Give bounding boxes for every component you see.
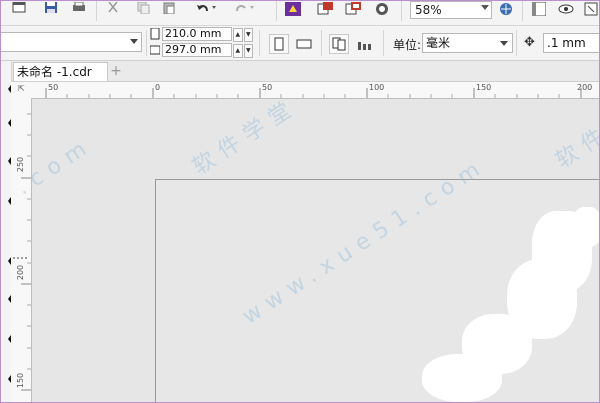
- ruler-label: 50: [48, 83, 59, 92]
- print-icon[interactable]: [71, 1, 87, 15]
- current-page-icon: [358, 42, 371, 50]
- nudge-distance-icon: ✥: [524, 35, 535, 50]
- toolbox-flyout-arrows: [8, 85, 11, 383]
- page-height-input[interactable]: 297.0 mm: [162, 43, 232, 57]
- stepper-up-icon[interactable]: ▲: [233, 28, 243, 42]
- units-select[interactable]: 毫米: [422, 33, 513, 53]
- export-icon[interactable]: [317, 1, 335, 17]
- horizontal-ruler[interactable]: 50 0 50 100 150 200: [31, 82, 599, 99]
- ruler-label: 200: [577, 83, 593, 92]
- all-pages-button[interactable]: [329, 34, 349, 54]
- ruler-label: 250: [16, 156, 26, 173]
- property-bar: 210.0 mm ▲ ▼ 297.0 mm ▲ ▼ 单位: 毫米 ✥ .1 mm: [1, 26, 599, 61]
- chevron-down-icon: [500, 41, 508, 46]
- zoom-level-value: 58%: [415, 3, 442, 17]
- chevron-down-icon: [130, 39, 138, 44]
- zoom-level-select[interactable]: 58%: [410, 1, 492, 19]
- toolbar-separator: [321, 30, 322, 56]
- ruler-label: 150: [476, 83, 492, 92]
- current-page-button[interactable]: [355, 34, 375, 54]
- view-eye-icon[interactable]: [557, 1, 575, 17]
- toolbar-separator: [96, 1, 97, 21]
- new-document-icon[interactable]: [11, 1, 27, 15]
- stepper-down-icon[interactable]: ▼: [243, 44, 253, 58]
- ruler-label: 200: [16, 264, 26, 281]
- paste-icon[interactable]: [161, 1, 177, 15]
- save-icon[interactable]: [43, 1, 59, 15]
- snap-to-icon[interactable]: [583, 1, 599, 17]
- page-width-input[interactable]: 210.0 mm: [162, 27, 232, 41]
- watermark-text: 软件学堂: [188, 93, 303, 181]
- stepper-up-icon[interactable]: ▲: [233, 44, 243, 58]
- horizontal-ruler-ticks: [45, 88, 582, 98]
- nudge-distance-input[interactable]: .1 mm: [543, 33, 599, 53]
- ruler-label: 0: [155, 83, 161, 92]
- drawing-canvas[interactable]: 软件学堂 www.xue51.com .com 软件: [12, 94, 600, 402]
- portrait-page-icon: [274, 37, 284, 51]
- landscape-orientation-button[interactable]: [294, 34, 314, 54]
- toolbar-separator: [146, 30, 147, 56]
- ruler-label: 50: [262, 83, 273, 92]
- ruler-origin[interactable]: ⇱: [11, 82, 32, 99]
- copy-icon[interactable]: [135, 1, 151, 15]
- watermark-text: 软件: [551, 120, 600, 174]
- import-icon[interactable]: [285, 1, 301, 17]
- page-width-icon: [150, 28, 160, 40]
- cut-icon[interactable]: [105, 1, 121, 15]
- toolbar-separator: [383, 30, 384, 56]
- app-window: 58% 210.0 mm ▲ ▼ 297.0 mm ▲ ▼ 单位: 毫米 ✥ .…: [0, 0, 600, 403]
- redo-icon[interactable]: [233, 1, 257, 15]
- vertical-ruler-ticks: [13, 113, 31, 391]
- undo-icon[interactable]: [195, 1, 219, 15]
- page-width-row: 210.0 mm: [150, 27, 232, 41]
- toolbar-separator: [276, 1, 277, 21]
- toolbar-separator: [401, 1, 402, 21]
- ruler-label: 100: [369, 83, 385, 92]
- toolbar-separator: [259, 30, 260, 56]
- all-pages-icon: [332, 37, 346, 51]
- stepper-down-icon[interactable]: ▼: [243, 28, 253, 42]
- page-height-icon: [150, 45, 160, 55]
- app-launcher-icon[interactable]: [373, 1, 391, 17]
- units-value: 毫米: [426, 36, 451, 50]
- page-size-preset-select[interactable]: [1, 32, 142, 52]
- document-tab-bar: 未命名 -1.cdr +: [1, 61, 599, 82]
- page-height-row: 297.0 mm: [150, 43, 232, 57]
- toolbar-separator: [516, 30, 517, 56]
- ruler-label: 150: [16, 372, 26, 389]
- portrait-orientation-button[interactable]: [269, 34, 289, 54]
- white-blob-shape[interactable]: [572, 207, 599, 247]
- units-label: 单位:: [393, 38, 422, 52]
- ruler-origin-icon: ⇱: [18, 84, 25, 93]
- new-tab-icon[interactable]: +: [109, 64, 123, 78]
- landscape-page-icon: [296, 39, 312, 49]
- document-tab[interactable]: 未命名 -1.cdr: [13, 62, 108, 81]
- standard-toolbar: 58%: [1, 1, 599, 26]
- publish-pdf-icon[interactable]: [345, 1, 363, 17]
- toolbar-separator: [522, 1, 523, 21]
- show-rulers-icon[interactable]: [531, 1, 547, 17]
- page-width-stepper[interactable]: ▲ ▼: [233, 28, 253, 42]
- page-height-stepper[interactable]: ▲ ▼: [233, 44, 253, 58]
- vertical-ruler[interactable]: 250 200 150: [11, 98, 32, 402]
- chevron-down-icon: [481, 5, 489, 10]
- full-screen-preview-icon[interactable]: [497, 1, 515, 17]
- white-blob-shape[interactable]: [422, 354, 502, 402]
